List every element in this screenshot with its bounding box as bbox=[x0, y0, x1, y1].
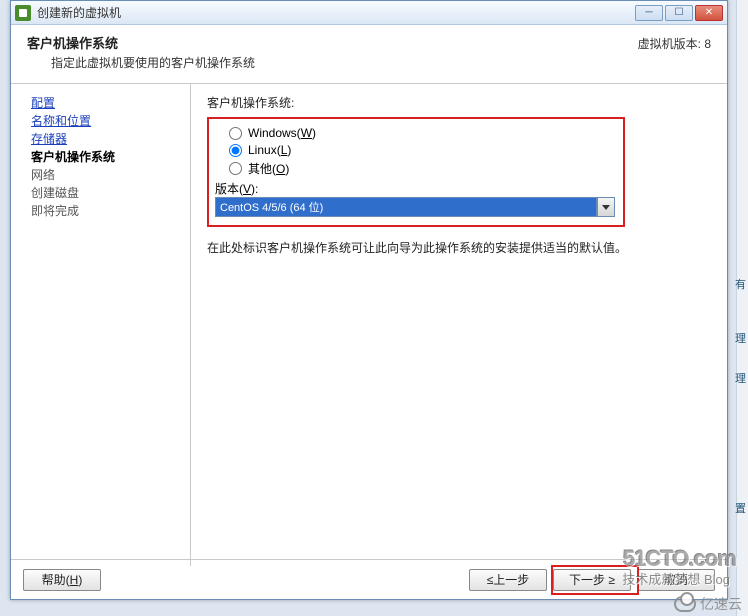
wizard-content: 客户机操作系统: Windows(W) Linux(L) 其他(O) 版本(V)… bbox=[191, 84, 727, 566]
titlebar[interactable]: 创建新的虚拟机 ─ ☐ ✕ bbox=[11, 1, 727, 25]
radio-linux-label: Linux(L) bbox=[248, 143, 291, 157]
window-title: 创建新的虚拟机 bbox=[37, 4, 635, 21]
highlight-box-os: Windows(W) Linux(L) 其他(O) 版本(V): CentOS … bbox=[207, 117, 625, 227]
radio-windows[interactable] bbox=[229, 127, 242, 140]
vm-version-label: 虚拟机版本: 8 bbox=[638, 35, 711, 52]
app-icon bbox=[15, 5, 31, 21]
radio-row-other[interactable]: 其他(O) bbox=[229, 160, 617, 177]
radio-row-linux[interactable]: Linux(L) bbox=[229, 143, 617, 157]
version-dropdown[interactable]: CentOS 4/5/6 (64 位) bbox=[215, 197, 615, 217]
dialog-window: 创建新的虚拟机 ─ ☐ ✕ 客户机操作系统 指定此虚拟机要使用的客户机操作系统 … bbox=[10, 0, 728, 600]
next-button[interactable]: 下一步 ≥ bbox=[553, 569, 631, 591]
version-label: 版本(V): bbox=[215, 182, 258, 196]
wizard-header: 客户机操作系统 指定此虚拟机要使用的客户机操作系统 虚拟机版本: 8 bbox=[11, 25, 727, 84]
radio-linux[interactable] bbox=[229, 144, 242, 157]
version-dropdown-value[interactable]: CentOS 4/5/6 (64 位) bbox=[215, 197, 597, 217]
sidebar-item-finish: 即将完成 bbox=[31, 204, 79, 218]
sidebar-item-storage[interactable]: 存储器 bbox=[31, 132, 67, 146]
os-section-label: 客户机操作系统: bbox=[207, 94, 711, 111]
page-title: 客户机操作系统 bbox=[27, 33, 711, 52]
minimize-button[interactable]: ─ bbox=[635, 5, 663, 21]
dropdown-arrow-icon[interactable] bbox=[597, 197, 615, 217]
sidebar-item-network: 网络 bbox=[31, 168, 55, 182]
radio-other-label: 其他(O) bbox=[248, 160, 289, 177]
wizard-sidebar: 配置 名称和位置 存储器 客户机操作系统 网络 创建磁盘 即将完成 bbox=[11, 84, 191, 566]
cancel-button[interactable]: 取消 bbox=[637, 569, 715, 591]
radio-windows-label: Windows(W) bbox=[248, 126, 316, 140]
help-button[interactable]: 帮助(H) bbox=[23, 569, 101, 591]
sidebar-item-guest-os: 客户机操作系统 bbox=[31, 150, 115, 164]
back-button[interactable]: ≤上一步 bbox=[469, 569, 547, 591]
maximize-button[interactable]: ☐ bbox=[665, 5, 693, 21]
hint-text: 在此处标识客户机操作系统可让此向导为此操作系统的安装提供适当的默认值。 bbox=[207, 239, 627, 256]
background-strip: 有 理 理 置 bbox=[736, 0, 748, 616]
close-button[interactable]: ✕ bbox=[695, 5, 723, 21]
wizard-footer: 帮助(H) ≤上一步 下一步 ≥ 取消 bbox=[11, 559, 727, 599]
radio-other[interactable] bbox=[229, 162, 242, 175]
radio-row-windows[interactable]: Windows(W) bbox=[229, 126, 617, 140]
sidebar-item-name[interactable]: 名称和位置 bbox=[31, 114, 91, 128]
page-subtitle: 指定此虚拟机要使用的客户机操作系统 bbox=[51, 54, 711, 71]
sidebar-item-disk: 创建磁盘 bbox=[31, 186, 79, 200]
sidebar-item-config[interactable]: 配置 bbox=[31, 96, 55, 110]
